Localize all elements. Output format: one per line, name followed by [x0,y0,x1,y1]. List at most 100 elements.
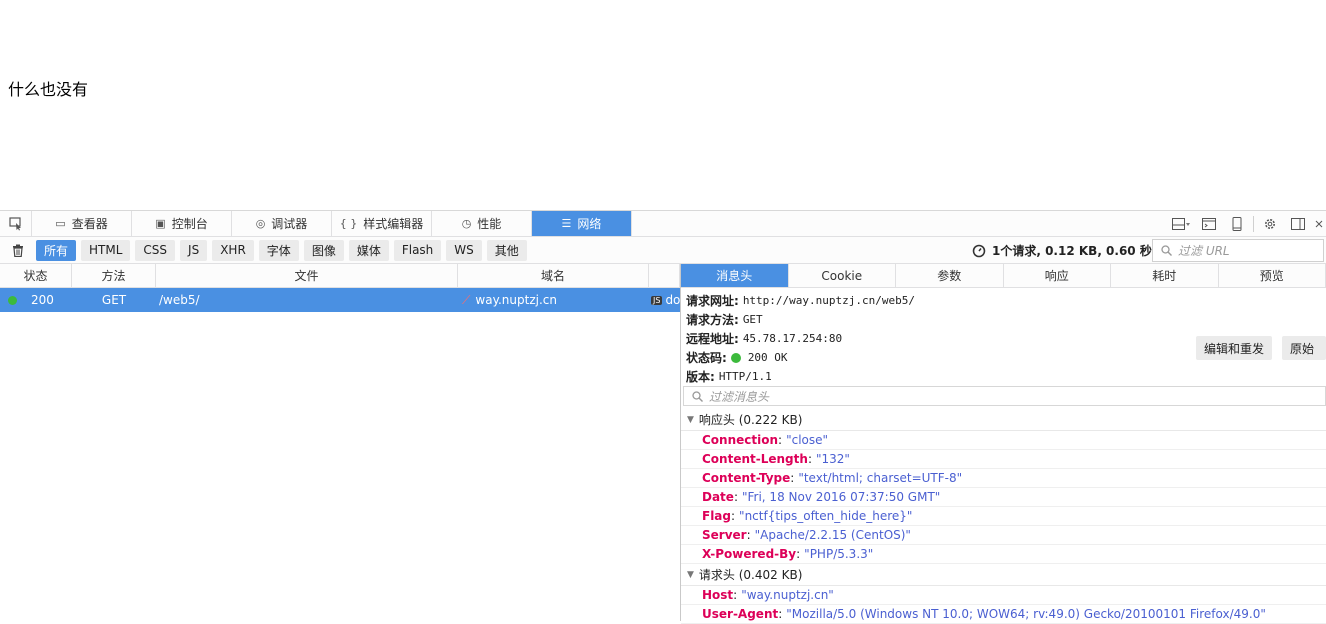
split-console-icon[interactable] [1167,211,1195,237]
column-file[interactable]: 文件 [156,264,458,287]
header-row: X-Powered-By:"PHP/5.3.3" [681,545,1326,564]
dock-side-icon[interactable] [1284,211,1312,237]
remote-label: 远程地址: [686,330,739,347]
triangle-down-icon: ▼ [687,570,694,580]
summary-url: 请求网址: http://way.nuptzj.cn/web5/ [686,291,1326,310]
network-filter-bar: 所有 HTML CSS JS XHR 字体 图像 媒体 Flash WS 其他 … [0,237,1326,264]
tab-console[interactable]: ▣ 控制台 [132,211,232,236]
filter-js-button[interactable]: JS [180,240,207,261]
header-name: Content-Type [702,471,790,485]
header-name: Date [702,490,734,504]
element-picker-icon[interactable] [0,211,32,236]
filter-flash-button[interactable]: Flash [394,240,441,261]
header-row: Date:"Fri, 18 Nov 2016 07:37:50 GMT" [681,488,1326,507]
tab-headers[interactable]: 消息头 [681,264,789,287]
status-value: 200 OK [748,351,788,364]
page-body-text: 什么也没有 [8,76,88,100]
table-row[interactable]: 200 GET /web5/ ⟋ way.nuptzj.cn JS do [0,288,680,312]
header-value: "close" [786,433,828,447]
column-type[interactable] [649,264,680,287]
status-ok-icon [731,353,741,363]
domain-cell: ⟋ way.nuptzj.cn [458,288,649,312]
filter-other-button[interactable]: 其他 [487,240,527,261]
request-headers-title: 请求头 (0.402 KB) [699,566,802,583]
url-filter-input[interactable]: 过滤 URL [1152,239,1324,262]
column-domain[interactable]: 域名 [458,264,649,287]
header-value: "132" [816,452,850,466]
search-icon [1161,245,1172,256]
method-label: 请求方法: [686,311,739,328]
tab-response[interactable]: 响应 [1004,264,1112,287]
header-name: Flag [702,509,731,523]
filter-xhr-button[interactable]: XHR [212,240,254,261]
tab-console-label: 控制台 [172,215,208,232]
tab-style-editor-label: 样式编辑器 [363,215,423,232]
header-value: "Mozilla/5.0 (Windows NT 10.0; WOW64; rv… [786,607,1266,621]
request-list: 状态 方法 文件 域名 200 GET /web5/ ⟋ way.nuptzj.… [0,264,680,621]
summary-version: 版本: HTTP/1.1 [686,367,1326,386]
filter-html-button[interactable]: HTML [81,240,130,261]
tab-timings[interactable]: 耗时 [1111,264,1219,287]
request-summary-text: 1个请求, 0.12 KB, 0.60 秒 [992,242,1152,259]
header-name: X-Powered-By [702,547,796,561]
response-headers-section: ▼ 响应头 (0.222 KB) Connection:"close" Cont… [681,409,1326,624]
filter-ws-button[interactable]: WS [446,240,481,261]
response-headers-title: 响应头 (0.222 KB) [699,411,802,428]
filter-media-button[interactable]: 媒体 [349,240,389,261]
header-row: Content-Length:"132" [681,450,1326,469]
summary-method: 请求方法: GET [686,310,1326,329]
tab-network-label: 网络 [577,215,601,232]
filter-images-button[interactable]: 图像 [304,240,344,261]
tab-params[interactable]: 参数 [896,264,1004,287]
responsive-mode-icon[interactable] [1223,211,1251,237]
edit-resend-button[interactable]: 编辑和重发 [1196,336,1272,360]
gear-icon[interactable] [1256,211,1284,237]
header-row: Host:"way.nuptzj.cn" [681,586,1326,605]
search-icon [692,391,703,402]
devtools-toolbar: ▭ 查看器 ▣ 控制台 ◎ 调试器 { } 样式编辑器 ◷ 性能 ☰ 网络 [0,211,1326,237]
file-cell: /web5/ [156,288,458,312]
js-badge-icon: JS [651,296,662,305]
filter-css-button[interactable]: CSS [135,240,175,261]
filter-fonts-button[interactable]: 字体 [259,240,299,261]
style-editor-icon: { } [340,217,358,230]
column-status[interactable]: 状态 [0,264,72,287]
debugger-icon: ◎ [256,217,266,230]
url-label: 请求网址: [686,292,739,309]
response-headers-toggle[interactable]: ▼ 响应头 (0.222 KB) [681,409,1326,431]
filter-all-button[interactable]: 所有 [36,240,76,261]
stopwatch-icon [972,244,986,258]
clear-requests-icon[interactable] [0,244,36,257]
toolbar-divider [1253,216,1254,232]
version-value: HTTP/1.1 [719,370,772,383]
tab-style-editor[interactable]: { } 样式编辑器 [332,211,432,236]
performance-icon: ◷ [462,217,472,230]
header-value: "Fri, 18 Nov 2016 07:37:50 GMT" [742,490,940,504]
devtools-panel: ▭ 查看器 ▣ 控制台 ◎ 调试器 { } 样式编辑器 ◷ 性能 ☰ 网络 [0,210,1326,620]
console-icon: ▣ [155,217,165,230]
header-filter-input[interactable]: 过滤消息头 [683,386,1326,406]
header-filter-placeholder: 过滤消息头 [709,388,769,405]
tab-inspector[interactable]: ▭ 查看器 [32,211,132,236]
request-headers-toggle[interactable]: ▼ 请求头 (0.402 KB) [681,564,1326,586]
remote-value: 45.78.17.254:80 [743,332,842,345]
status-code: 200 [31,293,54,307]
type-cell: JS do [649,288,680,312]
header-value: "nctf{tips_often_hide_here}" [739,509,912,523]
column-method[interactable]: 方法 [72,264,156,287]
tab-debugger[interactable]: ◎ 调试器 [232,211,332,236]
tab-preview[interactable]: 预览 [1219,264,1326,287]
toolbar-right-controls [1167,211,1326,237]
close-icon[interactable] [1312,211,1326,237]
header-value: "text/html; charset=UTF-8" [798,471,962,485]
type-text: do [665,293,680,307]
tab-cookies[interactable]: Cookie [789,264,897,287]
tab-network[interactable]: ☰ 网络 [532,211,632,236]
scratchpad-icon[interactable] [1195,211,1223,237]
tab-performance[interactable]: ◷ 性能 [432,211,532,236]
method-cell: GET [72,288,156,312]
page-content: 什么也没有 [0,0,1326,210]
version-label: 版本: [686,368,715,385]
header-row: Connection:"close" [681,431,1326,450]
raw-headers-button[interactable]: 原始 [1282,336,1326,360]
